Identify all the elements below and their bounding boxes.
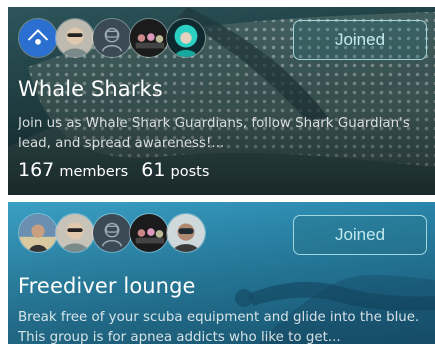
- group-card-freediver-lounge[interactable]: Joined Freediver lounge Break free of yo…: [8, 202, 435, 344]
- joined-button[interactable]: Joined: [293, 215, 427, 255]
- diver-mask-avatar: [166, 213, 206, 253]
- diver-placeholder-avatar: [92, 18, 132, 58]
- posts-label: posts: [170, 164, 210, 180]
- group-card-whale-sharks[interactable]: Joined Whale Sharks Join us as Whale Sha…: [8, 7, 435, 195]
- members-label: members: [59, 164, 129, 180]
- group-title[interactable]: Freediver lounge: [18, 274, 196, 298]
- divers-group-avatar: [129, 18, 169, 58]
- group-title[interactable]: Whale Sharks: [18, 77, 163, 101]
- joined-button[interactable]: Joined: [293, 20, 427, 60]
- member-avatar-sunglasses: [55, 18, 95, 58]
- member-avatar-sunglasses: [55, 213, 95, 253]
- teal-hair-avatar: [166, 18, 206, 58]
- posts-count: 61: [141, 159, 166, 181]
- members-count: 167: [18, 159, 55, 181]
- group-stats: 167 members 61 posts: [18, 159, 217, 181]
- member-avatar-beach: [18, 213, 58, 253]
- group-description: Break free of your scuba equipment and g…: [18, 310, 420, 344]
- divers-group-avatar: [129, 213, 169, 253]
- diver-placeholder-avatar: [92, 213, 132, 253]
- dive-logo-avatar: [18, 18, 58, 58]
- group-description: Join us as Whale Shark Guardians, follow…: [18, 116, 410, 151]
